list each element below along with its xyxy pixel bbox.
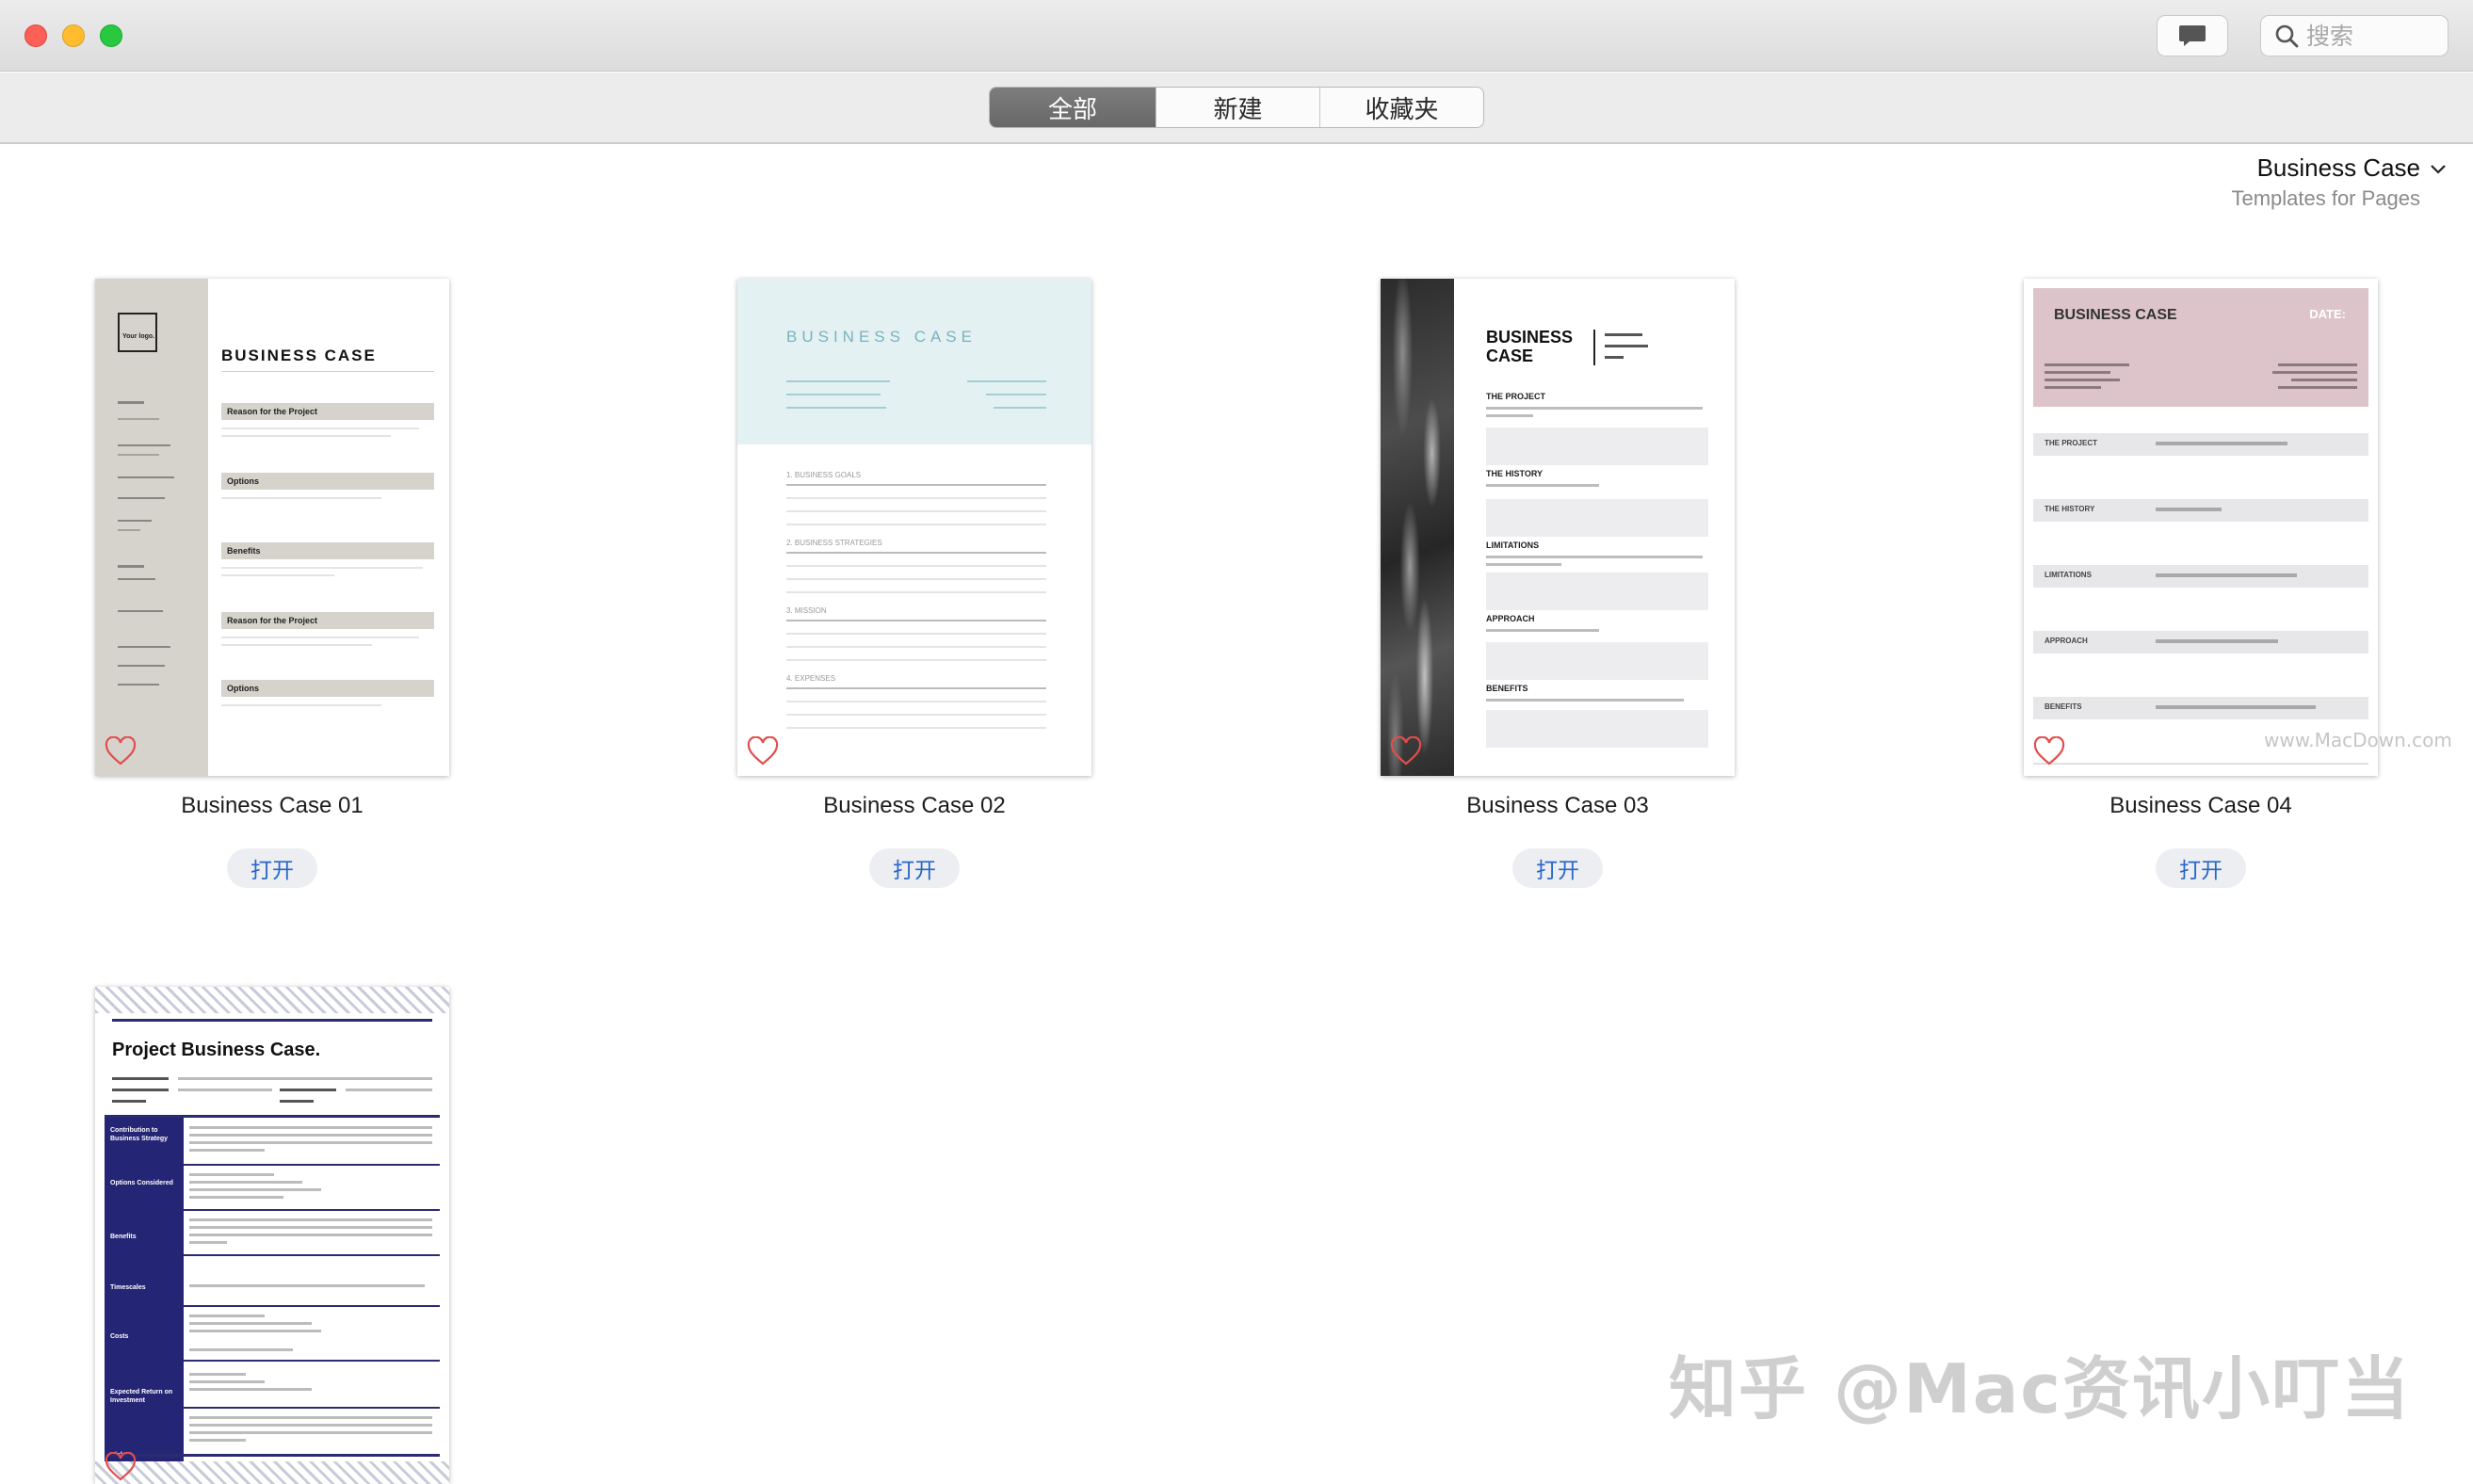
section-label: THE HISTORY (2045, 505, 2095, 513)
section-label: 4. EXPENSES (786, 674, 836, 683)
template-name: Business Case 01 (181, 793, 364, 818)
thumbnail-title: BUSINESS CASE (2054, 307, 2177, 323)
thumbnail-header (737, 279, 1091, 444)
close-window-button[interactable] (24, 24, 47, 47)
minimize-window-button[interactable] (62, 24, 85, 47)
category-subtitle: Templates for Pages (2231, 186, 2420, 210)
open-button[interactable]: 打开 (227, 848, 317, 888)
thumbnail-header: BUSINESS CASE DATE: (2033, 288, 2368, 407)
template-thumbnail-03[interactable]: BUSINESS CASE THE PROJECT THE HISTORY LI… (1381, 279, 1735, 776)
section-label: THE PROJECT (2045, 439, 2098, 447)
open-button[interactable]: 打开 (869, 848, 960, 888)
search-input[interactable] (2306, 22, 2438, 50)
thumbnail-title: Project Business Case. (112, 1040, 321, 1060)
zoom-window-button[interactable] (100, 24, 122, 47)
template-thumbnail-04[interactable]: BUSINESS CASE DATE: THE PROJECT THE HIST… (2024, 279, 2378, 776)
zhihu-watermark: 知乎 @Mac资讯小叮当 (1669, 1349, 2411, 1428)
favorite-heart-icon[interactable] (105, 736, 137, 766)
section-label: Reason for the Project (227, 616, 318, 625)
section-label: THE HISTORY (1486, 469, 1544, 478)
template-name: Business Case 03 (1466, 793, 1649, 818)
chevron-down-icon (2431, 164, 2446, 174)
hatch-border (95, 987, 449, 1013)
hatch-border (95, 1461, 449, 1484)
section-label: Options Considered (110, 1180, 173, 1186)
thumbnail-title: BUSINESS CASE (1486, 328, 1574, 365)
tab-favorites[interactable]: 收藏夹 (1319, 88, 1483, 127)
section-label: Benefits (227, 546, 261, 556)
favorite-heart-icon[interactable] (105, 1452, 137, 1482)
section-label: Costs (110, 1333, 129, 1340)
template-thumbnail-05[interactable]: Project Business Case. Contribution to B… (95, 987, 449, 1484)
section-label: BENEFITS (2045, 702, 2082, 711)
filter-segmented-control: 全部 新建 收藏夹 (989, 87, 1484, 128)
search-field[interactable] (2260, 15, 2449, 56)
template-thumbnail-02[interactable]: BUSINESS CASE 1. BUSINESS GOALS 2. BUSIN… (737, 279, 1091, 776)
section-label: 2. BUSINESS STRATEGIES (786, 539, 882, 547)
tab-all[interactable]: 全部 (990, 88, 1156, 127)
section-label: 1. BUSINESS GOALS (786, 471, 862, 479)
thumbnail-sidebar: Contribution to Business Strategy Option… (105, 1117, 184, 1484)
favorite-heart-icon[interactable] (747, 736, 779, 766)
section-label: Options (227, 476, 259, 486)
search-icon (2275, 24, 2299, 48)
section-label: Options (227, 684, 259, 693)
logo-placeholder: Your logo. (118, 313, 157, 352)
section-label: Benefits (110, 1234, 137, 1240)
section-label: Reason for the Project (227, 407, 318, 416)
section-label: Contribution to Business Strategy (110, 1127, 169, 1142)
template-name: Business Case 02 (823, 793, 1006, 818)
section-label: LIMITATIONS (1486, 540, 1540, 550)
thumbnail-sidebar (95, 279, 208, 776)
favorite-heart-icon[interactable] (2033, 736, 2065, 766)
section-label: Timescales (110, 1284, 146, 1291)
title-bar (0, 0, 2473, 72)
section-label: APPROACH (1486, 614, 1535, 623)
category-title: Business Case (2256, 153, 2420, 182)
open-button[interactable]: 打开 (1512, 848, 1603, 888)
feedback-button[interactable] (2157, 15, 2228, 56)
tab-new[interactable]: 新建 (1156, 88, 1319, 127)
section-label: THE PROJECT (1486, 392, 1546, 401)
section-label: LIMITATIONS (2045, 571, 2092, 579)
tab-bar: 全部 新建 收藏夹 (0, 73, 2473, 144)
thumbnail-title: BUSINESS CASE (786, 328, 977, 346)
section-label: APPROACH (2045, 637, 2088, 645)
site-watermark: www.MacDown.com (2264, 729, 2452, 751)
speech-bubble-icon (2179, 25, 2206, 46)
thumbnail-date: DATE: (2309, 307, 2346, 321)
template-name: Business Case 04 (2109, 793, 2292, 818)
category-selector[interactable]: Business Case Templates for Pages (2231, 153, 2446, 211)
section-label: Expected Return on Investment (110, 1389, 173, 1404)
open-button[interactable]: 打开 (2156, 848, 2246, 888)
logo-text: Your logo. (122, 333, 155, 340)
marble-texture-strip (1381, 279, 1454, 776)
section-label: 3. MISSION (786, 606, 827, 615)
thumbnail-title: BUSINESS CASE (221, 347, 377, 364)
template-thumbnail-01[interactable]: Your logo. BUSINESS CASE Reason for the … (95, 279, 449, 776)
section-label: BENEFITS (1486, 684, 1528, 693)
favorite-heart-icon[interactable] (1390, 736, 1422, 766)
